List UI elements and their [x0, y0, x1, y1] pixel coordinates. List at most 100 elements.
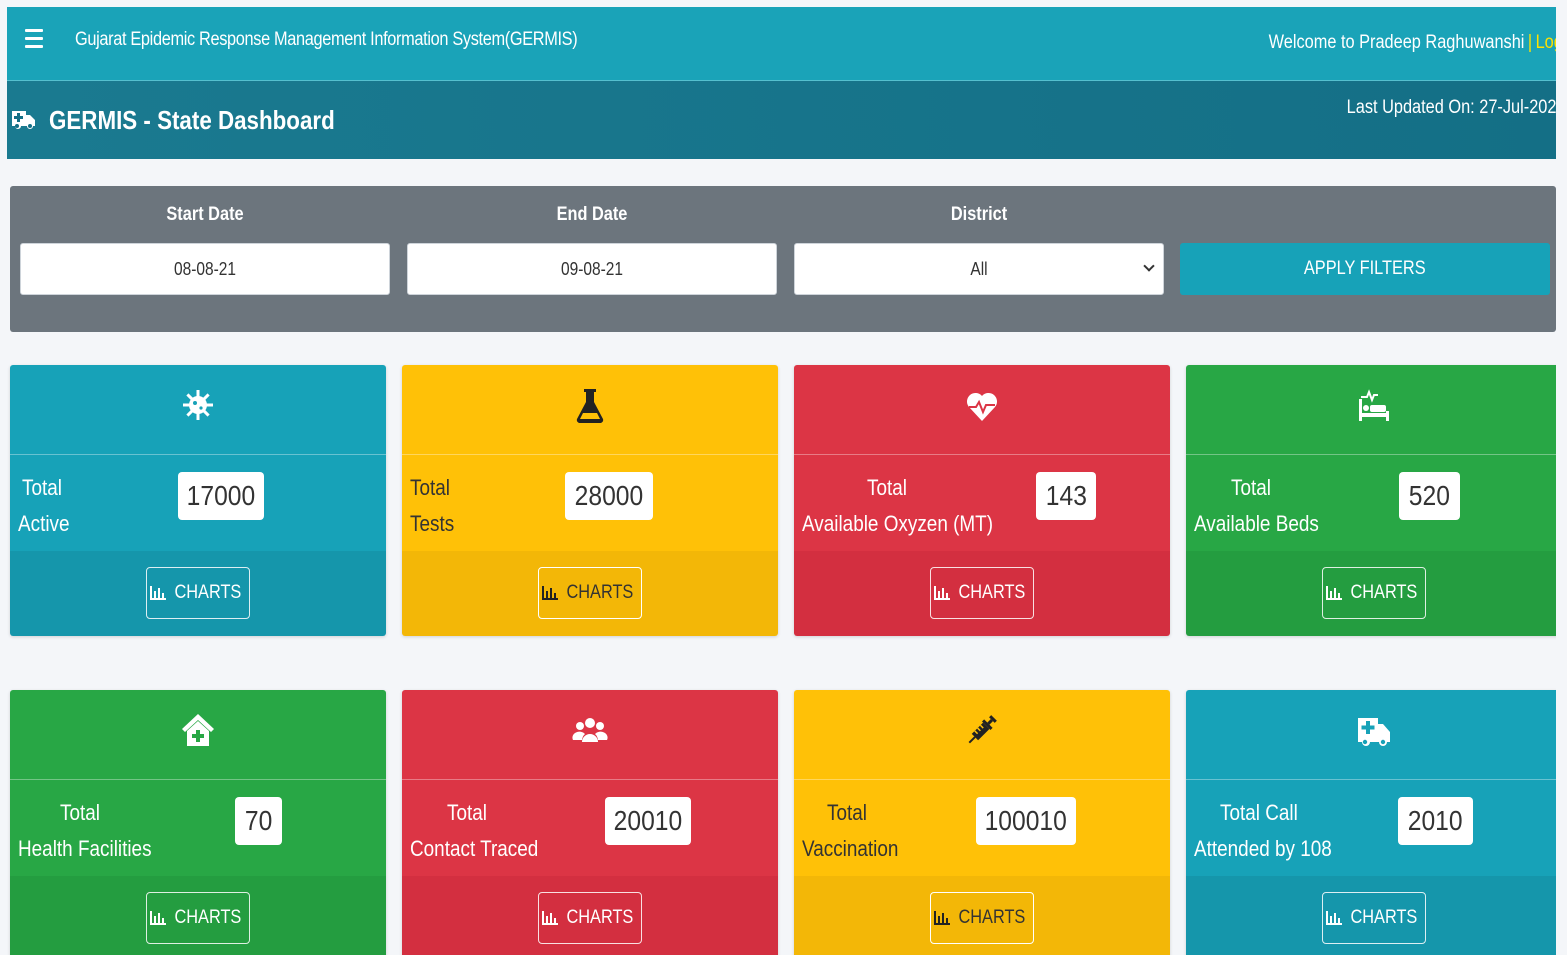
bar-chart-icon	[542, 911, 559, 925]
ambulance-icon	[1358, 718, 1390, 746]
bar-chart-icon	[934, 911, 951, 925]
card-label-line2: Health Facilities	[18, 836, 152, 861]
charts-label: CHARTS	[566, 907, 634, 928]
card-header	[402, 690, 778, 780]
card-header	[10, 690, 386, 780]
start-date-filter: Start Date 08-08-21	[20, 186, 390, 332]
user-welcome: Welcome to Pradeep Raghuwanshi|Logout	[1269, 32, 1556, 54]
syringe-icon	[968, 715, 997, 744]
bed-icon	[1359, 389, 1389, 421]
charts-label: CHARTS	[958, 582, 1026, 603]
card-value: 100010	[976, 797, 1076, 845]
charts-button[interactable]: CHARTS	[1322, 892, 1426, 944]
end-date-label: End Date	[556, 204, 628, 225]
card-footer: CHARTS	[402, 876, 778, 955]
card-label-line1: Total	[867, 475, 907, 500]
app-frame: Gujarat Epidemic Response Management Inf…	[7, 7, 1556, 955]
district-select[interactable]: All	[794, 243, 1164, 295]
card-header	[1186, 365, 1556, 455]
district-filter: District All	[794, 186, 1164, 332]
charts-button[interactable]: CHARTS	[930, 567, 1034, 619]
hamburger-menu-icon[interactable]	[25, 29, 43, 49]
charts-label: CHARTS	[1350, 582, 1418, 603]
card-label-line2: Contact Traced	[410, 836, 539, 861]
card-label-line1: Total	[447, 800, 487, 825]
card-value-text: 100010	[984, 805, 1068, 836]
card-footer: CHARTS	[794, 876, 1170, 955]
card-body: Total Available Oxyzen (MT) 143	[794, 455, 1170, 551]
charts-button[interactable]: CHARTS	[538, 892, 642, 944]
card-footer: CHARTS	[794, 551, 1170, 636]
card-value: 70	[235, 797, 282, 845]
district-label: District	[950, 204, 1008, 225]
apply-filters-label: APPLY FILTERS	[1304, 258, 1426, 279]
charts-button[interactable]: CHARTS	[146, 567, 250, 619]
card-body: Total Tests 28000	[402, 455, 778, 551]
card-label-line1: Total Call	[1220, 800, 1298, 825]
card-label-line1: Total	[60, 800, 100, 825]
card-value-text: 2010	[1408, 805, 1463, 836]
card-value-text: 143	[1045, 480, 1087, 511]
charts-label: CHARTS	[958, 907, 1026, 928]
end-date-value: 09-08-21	[561, 258, 623, 279]
logout-link[interactable]: Logout	[1536, 32, 1556, 53]
card-value-text: 520	[1408, 480, 1451, 511]
card-label-line2: Active	[18, 511, 70, 536]
bar-chart-icon	[150, 911, 167, 925]
stat-card-health-facilities: Total Health Facilities 70 CHARTS	[10, 690, 386, 955]
charts-label: CHARTS	[174, 907, 242, 928]
bar-chart-icon	[1326, 586, 1343, 600]
card-header	[794, 365, 1170, 455]
card-label-line2: Available Beds	[1194, 511, 1319, 536]
card-value-text: 17000	[186, 480, 256, 511]
end-date-input[interactable]: 09-08-21	[407, 243, 777, 295]
card-footer: CHARTS	[10, 551, 386, 636]
charts-button[interactable]: CHARTS	[146, 892, 250, 944]
stat-card-total-tests: Total Tests 28000 CHARTS	[402, 365, 778, 636]
stat-card-contact-traced: Total Contact Traced 20010 CHARTS	[402, 690, 778, 955]
card-footer: CHARTS	[10, 876, 386, 955]
card-label-line1: Total	[1231, 475, 1271, 500]
end-date-filter: End Date 09-08-21	[407, 186, 777, 332]
charts-label: CHARTS	[174, 582, 242, 603]
card-body: Total Vaccination 100010	[794, 780, 1170, 876]
card-body: Total Health Facilities 70	[10, 780, 386, 876]
start-date-value: 08-08-21	[174, 258, 236, 279]
app-title: Gujarat Epidemic Response Management Inf…	[75, 29, 578, 50]
flask-icon	[576, 389, 604, 424]
card-value-text: 70	[244, 805, 273, 836]
card-footer: CHARTS	[1186, 876, 1556, 955]
chevron-down-icon	[1143, 260, 1155, 272]
card-body: Total Call Attended by 108 2010	[1186, 780, 1556, 876]
heartbeat-icon	[966, 392, 998, 421]
charts-label: CHARTS	[1350, 907, 1418, 928]
stat-card-available-beds: Total Available Beds 520 CHARTS	[1186, 365, 1556, 636]
bar-chart-icon	[542, 586, 559, 600]
start-date-label: Start Date	[166, 204, 244, 225]
card-label-line1: Total	[410, 475, 450, 500]
start-date-input[interactable]: 08-08-21	[20, 243, 390, 295]
users-icon	[572, 718, 608, 742]
card-label-line2: Available Oxyzen (MT)	[802, 511, 994, 536]
bar-chart-icon	[934, 586, 951, 600]
charts-label: CHARTS	[566, 582, 634, 603]
welcome-text: Welcome to Pradeep Raghuwanshi	[1269, 32, 1525, 53]
charts-button[interactable]: CHARTS	[538, 567, 642, 619]
card-body: Total Contact Traced 20010	[402, 780, 778, 876]
stat-card-total-active: Total Active 17000 CHARTS	[10, 365, 386, 636]
card-header	[402, 365, 778, 455]
apply-filters-button[interactable]: APPLY FILTERS	[1180, 243, 1550, 295]
virus-icon	[183, 390, 213, 420]
card-value: 520	[1399, 472, 1460, 520]
card-header	[10, 365, 386, 455]
card-label-line2: Vaccination	[802, 836, 899, 861]
charts-button[interactable]: CHARTS	[1322, 567, 1426, 619]
bar-chart-icon	[150, 586, 167, 600]
card-footer: CHARTS	[402, 551, 778, 636]
top-navbar: Gujarat Epidemic Response Management Inf…	[7, 7, 1556, 81]
charts-button[interactable]: CHARTS	[930, 892, 1034, 944]
district-value: All	[970, 258, 988, 279]
card-label-line2: Tests	[410, 511, 455, 536]
apply-filter-column: APPLY FILTERS	[1180, 186, 1550, 332]
card-label-line1: Total	[827, 800, 867, 825]
